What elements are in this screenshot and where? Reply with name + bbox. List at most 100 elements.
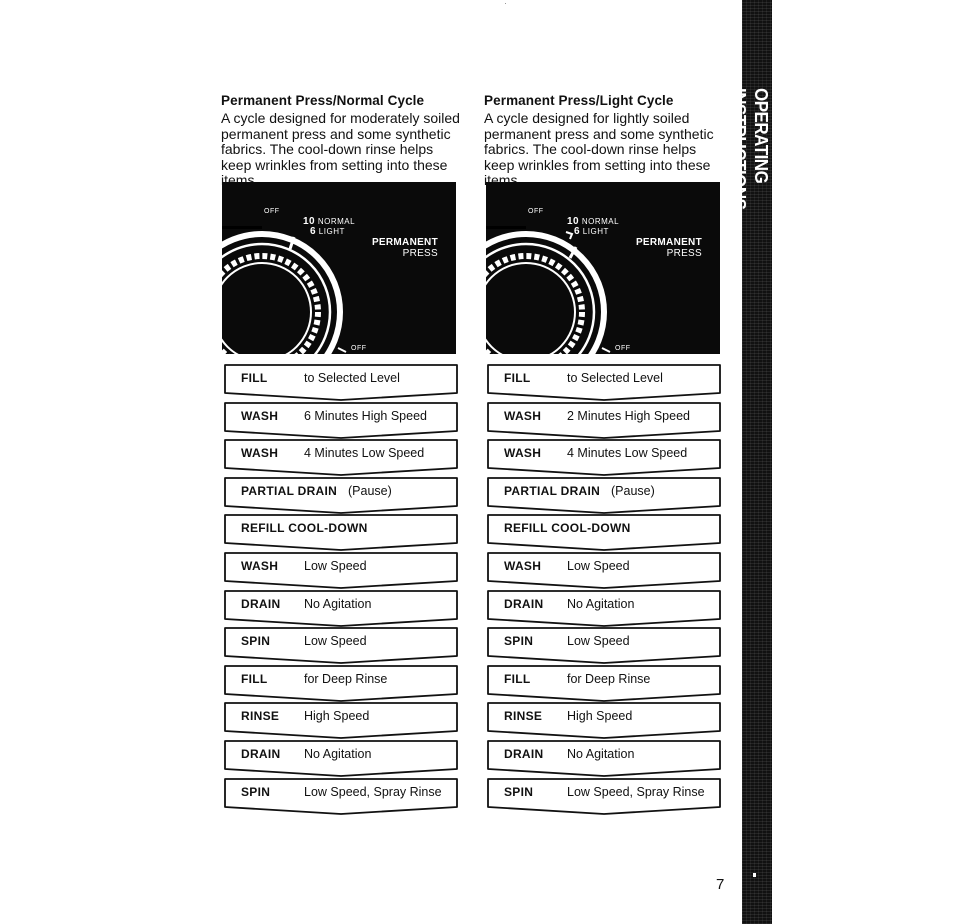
step-detail: No Agitation bbox=[304, 746, 372, 761]
step-detail: for Deep Rinse bbox=[304, 671, 388, 686]
scan-speck bbox=[505, 3, 506, 4]
step-action: FILL bbox=[241, 371, 268, 385]
step-detail: 4 Minutes Low Speed bbox=[567, 446, 688, 461]
dial-light-number: 6 bbox=[310, 226, 317, 237]
dial-normal-text: NORMAL bbox=[317, 217, 356, 226]
step-action: SPIN bbox=[241, 784, 271, 799]
step-detail: to Selected Level bbox=[567, 371, 663, 385]
step-detail: Low Speed, Spray Rinse bbox=[567, 784, 705, 799]
cycle-step: WASH 4 Minutes Low Speed bbox=[221, 438, 461, 477]
cycle-step: DRAIN No Agitation bbox=[221, 739, 461, 777]
cycle-normal: Permanent Press/Normal Cycle A cycle des… bbox=[221, 93, 466, 815]
step-action: DRAIN bbox=[241, 746, 281, 761]
step-action: WASH bbox=[504, 446, 542, 461]
cycle-step: DRAIN No Agitation bbox=[484, 589, 724, 627]
cycle-step: WASH Low Speed bbox=[221, 551, 461, 589]
step-detail: 6 Minutes High Speed bbox=[304, 408, 427, 423]
cycle-step: RINSE High Speed bbox=[221, 701, 461, 740]
step-detail: High Speed bbox=[304, 709, 370, 724]
step-action: WASH bbox=[241, 558, 279, 573]
cycle-step: FILL for Deep Rinse bbox=[484, 664, 724, 702]
cycle-step: FILL to Selected Level bbox=[221, 363, 461, 401]
cycle-step: REFILL COOL-DOWN bbox=[484, 513, 724, 552]
cycle-description: A cycle designed for moderately soiled p… bbox=[221, 110, 460, 188]
cycle-step: DRAIN No Agitation bbox=[221, 589, 461, 627]
step-detail: High Speed bbox=[567, 709, 633, 724]
section-tab-label: OPERATING INSTRUCTIONS bbox=[728, 88, 772, 210]
cycle-step: WASH Low Speed bbox=[484, 551, 724, 589]
cycle-step: PARTIAL DRAIN (Pause) bbox=[221, 476, 461, 514]
step-detail: Low Speed bbox=[567, 634, 630, 649]
step-action: REFILL COOL-DOWN bbox=[504, 521, 631, 536]
step-detail: Low Speed, Spray Rinse bbox=[304, 784, 442, 799]
cycle-step: FILL to Selected Level bbox=[484, 363, 724, 401]
step-detail: 2 Minutes High Speed bbox=[567, 408, 690, 423]
step-detail: for Deep Rinse bbox=[567, 671, 651, 686]
step-detail: Low Speed bbox=[567, 558, 630, 573]
cycle-step: WASH 4 Minutes Low Speed bbox=[484, 438, 724, 477]
dial-knob-icon bbox=[486, 226, 611, 354]
step-detail: No Agitation bbox=[304, 596, 372, 611]
step-detail: Low Speed bbox=[304, 634, 367, 649]
step-action: DRAIN bbox=[504, 746, 544, 761]
step-action: FILL bbox=[504, 671, 531, 686]
step-action: SPIN bbox=[241, 634, 271, 649]
step-action: RINSE bbox=[504, 709, 543, 724]
step-action: WASH bbox=[504, 558, 542, 573]
cycle-step: SPIN Low Speed bbox=[221, 626, 461, 665]
dial-setting-line1: PERMANENT bbox=[371, 237, 438, 248]
dial-knob-icon bbox=[222, 226, 347, 354]
dial-setting-line1: PERMANENT bbox=[635, 237, 702, 248]
step-detail: (Pause) bbox=[611, 483, 655, 498]
dial-light-label: 6 LIGHT bbox=[310, 226, 345, 237]
step-detail: to Selected Level bbox=[304, 371, 400, 385]
dial-light-label: 6 LIGHT bbox=[574, 226, 609, 237]
step-action: SPIN bbox=[504, 634, 534, 649]
dial-normal-text: NORMAL bbox=[581, 217, 620, 226]
cycle-step: PARTIAL DRAIN (Pause) bbox=[484, 476, 724, 514]
cycle-step: SPIN Low Speed bbox=[484, 626, 724, 665]
cycle-step: DRAIN No Agitation bbox=[484, 739, 724, 777]
dial-illustration: OFF 10 NORMAL 6 LIGHT PERMANENT PRESS OF… bbox=[486, 182, 720, 354]
cycle-step: REFILL COOL-DOWN bbox=[221, 513, 461, 552]
cycle-step: WASH 6 Minutes High Speed bbox=[221, 401, 461, 439]
page-number: 7 bbox=[716, 876, 725, 893]
cycle-step: WASH 2 Minutes High Speed bbox=[484, 401, 724, 439]
dial-setting-line2: PRESS bbox=[402, 248, 438, 259]
cycle-step: SPIN Low Speed, Spray Rinse bbox=[221, 777, 461, 815]
cycle-title: Permanent Press/Light Cycle bbox=[484, 93, 674, 108]
cycle-steps: FILL to Selected Level WASH 6 Minutes High … bbox=[221, 363, 461, 815]
step-detail: (Pause) bbox=[348, 483, 392, 498]
step-action: FILL bbox=[241, 671, 268, 686]
cycle-steps: FILL to Selected Level WASH 2 Minutes High … bbox=[484, 363, 724, 815]
tab-mark bbox=[753, 873, 756, 877]
dial-off-label: OFF bbox=[264, 208, 280, 215]
step-action: DRAIN bbox=[504, 596, 544, 611]
dial-setting-line2: PRESS bbox=[666, 248, 702, 259]
step-action: DRAIN bbox=[241, 596, 281, 611]
section-tab: OPERATING INSTRUCTIONS bbox=[728, 0, 772, 924]
step-action: WASH bbox=[241, 408, 279, 423]
cycle-step: RINSE High Speed bbox=[484, 701, 724, 740]
dial-off-bottom-label: OFF bbox=[351, 345, 367, 352]
dial-illustration: OFF 10 NORMAL 6 LIGHT PERMANENT PRESS OF… bbox=[222, 182, 456, 354]
step-action: WASH bbox=[241, 446, 279, 461]
step-action: FILL bbox=[504, 371, 531, 385]
step-action: PARTIAL DRAIN bbox=[241, 483, 338, 498]
step-action: REFILL COOL-DOWN bbox=[241, 521, 368, 536]
step-action: RINSE bbox=[241, 709, 280, 724]
step-action: WASH bbox=[504, 408, 542, 423]
dial-light-number: 6 bbox=[574, 226, 581, 237]
cycle-step: SPIN Low Speed, Spray Rinse bbox=[484, 777, 724, 815]
cycle-title: Permanent Press/Normal Cycle bbox=[221, 93, 425, 108]
dial-off-label: OFF bbox=[528, 208, 544, 215]
dial-light-text: LIGHT bbox=[582, 227, 609, 236]
dial-light-text: LIGHT bbox=[318, 227, 345, 236]
step-action: SPIN bbox=[504, 784, 534, 799]
step-action: PARTIAL DRAIN bbox=[504, 483, 601, 498]
cycle-light: Permanent Press/Light Cycle A cycle desi… bbox=[484, 93, 729, 815]
cycle-description: A cycle designed for lightly soiled perm… bbox=[484, 110, 714, 188]
cycle-step: FILL for Deep Rinse bbox=[221, 664, 461, 702]
step-detail: 4 Minutes Low Speed bbox=[304, 446, 425, 461]
step-detail: No Agitation bbox=[567, 746, 635, 761]
